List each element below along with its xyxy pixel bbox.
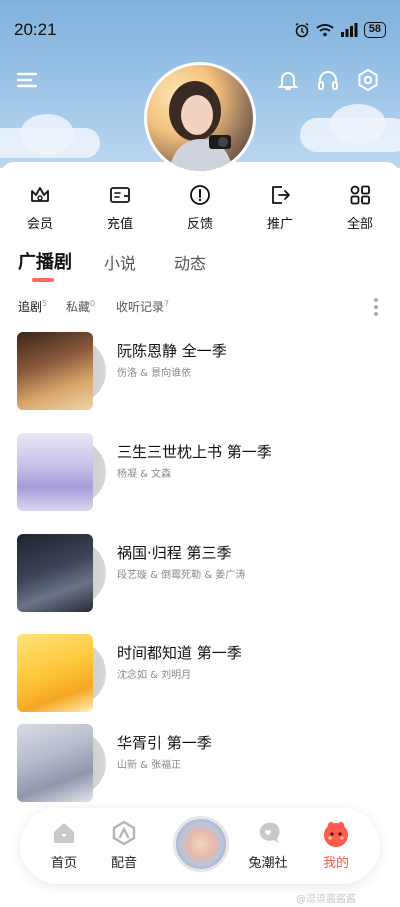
tab-radio-drama[interactable]: 广播剧 [18,248,72,274]
quick-action-promote[interactable]: 推广 [250,184,310,232]
drama-cover [17,433,93,511]
user-avatar[interactable] [144,62,256,174]
drama-title: 祸国·归程 第三季 [117,544,232,562]
subtab-count: 5 [42,299,48,308]
quick-action-label: 会员 [26,217,53,232]
drama-cast: 段艺璇 & 倒霉死勒 & 姜广涛 [117,570,246,581]
profile-card: 会员 充值 反馈 推广 全部 广播剧 小说 动态 追剧5 私藏0 收听记录7 阮… [0,162,400,907]
active-tab-indicator [32,278,54,282]
drama-title: 阮陈恩静 全一季 [117,342,227,360]
drama-cast: 杨凝 & 文森 [117,469,172,480]
bottom-navigation: 首页 配音 兔潮社 我的 [20,808,380,884]
cloud-decoration [20,114,74,154]
nav-home[interactable]: 首页 [36,820,92,871]
list-item[interactable]: 时间都知道 第一季 沈念如 & 刘明月 [0,634,400,714]
signal-icon [340,23,358,37]
quick-action-label: 推广 [266,217,293,232]
drama-title: 时间都知道 第一季 [117,644,242,662]
drama-cast: 沈念如 & 刘明月 [117,670,192,681]
crown-icon [31,187,49,202]
bell-icon[interactable] [276,68,300,92]
alarm-icon [295,22,309,38]
mine-icon [324,822,348,847]
quick-actions: 会员 充值 反馈 推广 全部 [0,184,400,234]
nav-community[interactable]: 兔潮社 [240,820,296,871]
quick-action-recharge[interactable]: 充值 [90,184,150,232]
quick-action-all[interactable]: 全部 [330,184,390,232]
list-item[interactable]: 阮陈恩静 全一季 伤洛 & 景向谁依 [0,332,400,412]
quick-action-label: 充值 [106,217,133,232]
more-options-icon[interactable] [371,298,381,318]
drama-cover [17,634,93,712]
nav-label: 配音 [110,856,137,871]
tab-novel[interactable]: 小说 [104,250,136,274]
subtab-label: 追剧 [18,300,43,314]
watermark-text: @逗逗酱酱酱 [296,894,356,905]
quick-action-label: 全部 [346,217,373,232]
drama-cover [17,724,93,802]
subtab-label: 收听记录 [116,300,165,314]
status-bar: 20:21 58 [0,0,400,56]
cloud-decoration [330,104,386,144]
drama-cover [17,534,93,612]
share-icon [272,186,290,204]
status-time: 20:21 [14,20,57,39]
quick-action-member[interactable]: 会员 [10,184,70,232]
quick-action-feedback[interactable]: 反馈 [170,184,230,232]
list-item[interactable]: 华胥引 第一季 山新 & 张福正 [0,724,400,804]
settings-icon[interactable] [356,68,380,92]
wallet-icon [110,187,130,203]
nav-dubbing[interactable]: 配音 [96,820,152,871]
dubbing-icon [112,820,136,846]
list-item[interactable]: 三生三世枕上书 第一季 杨凝 & 文森 [0,433,400,513]
home-icon [54,823,74,843]
now-playing-disc[interactable] [173,816,229,872]
avatar-portrait [169,81,233,171]
headphones-icon[interactable] [316,68,340,92]
community-icon [259,822,280,843]
drama-title: 三生三世枕上书 第一季 [117,443,272,461]
subtab-history[interactable]: 收听记录7 [116,298,169,315]
quick-action-label: 反馈 [186,217,213,232]
drama-title: 华胥引 第一季 [117,734,212,752]
tab-moments[interactable]: 动态 [174,250,206,274]
subtab-label: 私藏 [66,300,91,314]
nav-label: 我的 [322,856,349,871]
battery-indicator: 58 [363,22,386,38]
subtab-count: 7 [164,299,170,308]
subtab-saved[interactable]: 私藏0 [66,298,95,315]
grid-icon [350,185,370,205]
drama-cast: 山新 & 张福正 [117,760,182,771]
status-icons: 58 [294,22,386,38]
nav-label: 兔潮社 [248,856,288,871]
drama-cover [17,332,93,410]
nav-label: 首页 [50,856,77,871]
menu-icon[interactable] [16,68,38,92]
nav-mine[interactable]: 我的 [308,820,364,871]
subtab-count: 0 [90,299,96,308]
drama-cast: 伤洛 & 景向谁依 [117,368,192,379]
list-item[interactable]: 祸国·归程 第三季 段艺璇 & 倒霉死勒 & 姜广涛 [0,534,400,614]
alert-icon [190,185,210,205]
subtab-following[interactable]: 追剧5 [18,298,47,315]
wifi-icon [316,24,334,37]
